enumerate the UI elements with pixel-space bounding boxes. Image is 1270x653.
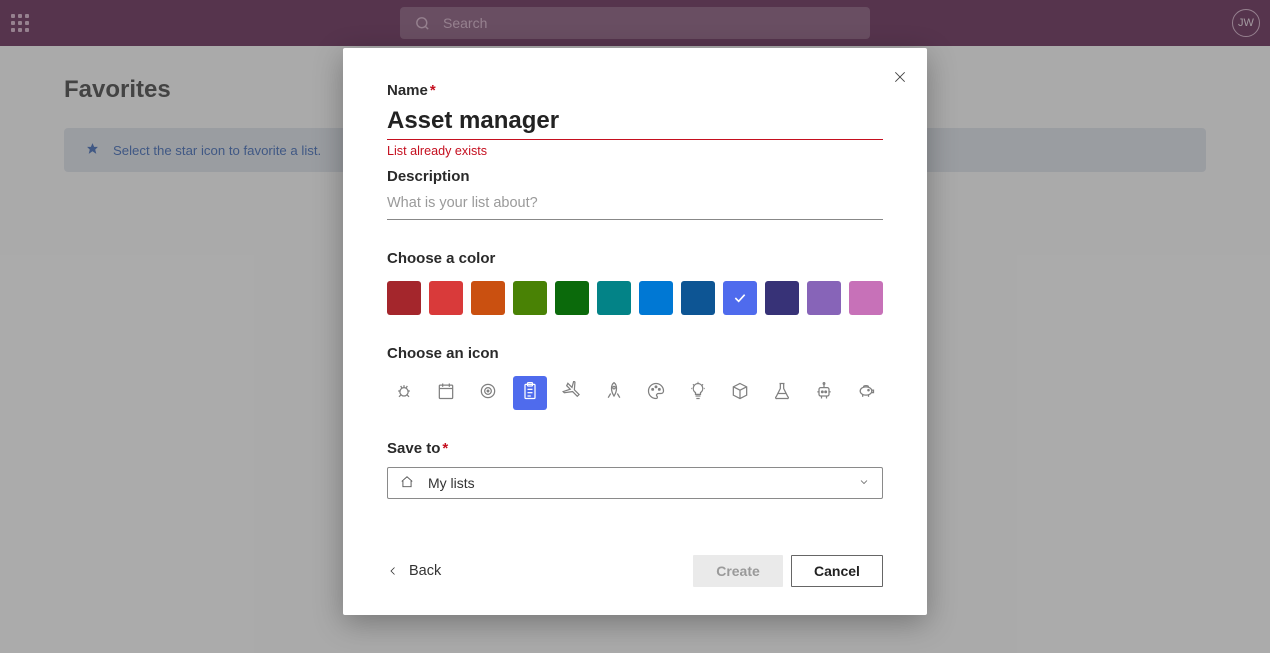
chevron-down-icon — [858, 475, 870, 491]
color-swatch-green[interactable] — [513, 281, 547, 315]
icon-option-bug-icon[interactable] — [387, 376, 421, 410]
color-swatch-red[interactable] — [429, 281, 463, 315]
icon-option-clipboard-icon[interactable] — [513, 376, 547, 410]
icon-option-piggybank-icon[interactable] — [849, 376, 883, 410]
color-swatch-dark-green[interactable] — [555, 281, 589, 315]
palette-icon — [646, 381, 666, 406]
color-swatch-purple[interactable] — [807, 281, 841, 315]
cube-icon — [730, 381, 750, 406]
close-button[interactable] — [893, 70, 907, 89]
close-icon — [893, 70, 907, 84]
create-list-dialog: Name* List already exists Description Ch… — [343, 48, 927, 615]
name-label: Name* — [387, 82, 883, 99]
color-section-label: Choose a color — [387, 250, 883, 267]
airplane-icon — [562, 381, 582, 406]
name-error: List already exists — [387, 144, 883, 158]
icon-option-calendar-icon[interactable] — [429, 376, 463, 410]
check-icon — [732, 290, 748, 306]
icon-option-airplane-icon[interactable] — [555, 376, 589, 410]
color-swatch-pink[interactable] — [849, 281, 883, 315]
robot-icon — [814, 381, 834, 406]
color-picker-row — [387, 281, 883, 315]
target-icon — [478, 381, 498, 406]
icon-option-rocket-icon[interactable] — [597, 376, 631, 410]
icon-option-robot-icon[interactable] — [807, 376, 841, 410]
bug-icon — [394, 381, 414, 406]
icon-section-label: Choose an icon — [387, 345, 883, 362]
icon-option-cube-icon[interactable] — [723, 376, 757, 410]
rocket-icon — [604, 381, 624, 406]
save-to-label: Save to* — [387, 440, 883, 457]
color-swatch-orange[interactable] — [471, 281, 505, 315]
description-label: Description — [387, 168, 883, 185]
icon-option-target-icon[interactable] — [471, 376, 505, 410]
name-input[interactable] — [387, 101, 883, 140]
back-label: Back — [409, 563, 441, 579]
color-swatch-cornflower[interactable] — [723, 281, 757, 315]
icon-option-lightbulb-icon[interactable] — [681, 376, 715, 410]
icon-option-palette-icon[interactable] — [639, 376, 673, 410]
color-swatch-dark-red[interactable] — [387, 281, 421, 315]
modal-overlay: Name* List already exists Description Ch… — [0, 0, 1270, 653]
create-button[interactable]: Create — [693, 555, 783, 587]
chevron-left-icon — [387, 565, 399, 577]
icon-picker-row — [387, 376, 883, 410]
dialog-footer: Back Create Cancel — [387, 555, 883, 587]
home-icon — [400, 475, 414, 492]
piggybank-icon — [856, 381, 876, 406]
color-swatch-teal[interactable] — [597, 281, 631, 315]
save-to-value: My lists — [428, 475, 475, 491]
color-swatch-navy[interactable] — [765, 281, 799, 315]
lightbulb-icon — [688, 381, 708, 406]
back-link[interactable]: Back — [387, 563, 441, 579]
description-input[interactable] — [387, 189, 883, 220]
cancel-button[interactable]: Cancel — [791, 555, 883, 587]
color-swatch-blue[interactable] — [639, 281, 673, 315]
save-to-select[interactable]: My lists — [387, 467, 883, 499]
clipboard-icon — [520, 381, 540, 406]
icon-option-flask-icon[interactable] — [765, 376, 799, 410]
color-swatch-dark-blue[interactable] — [681, 281, 715, 315]
flask-icon — [772, 381, 792, 406]
calendar-icon — [436, 381, 456, 406]
